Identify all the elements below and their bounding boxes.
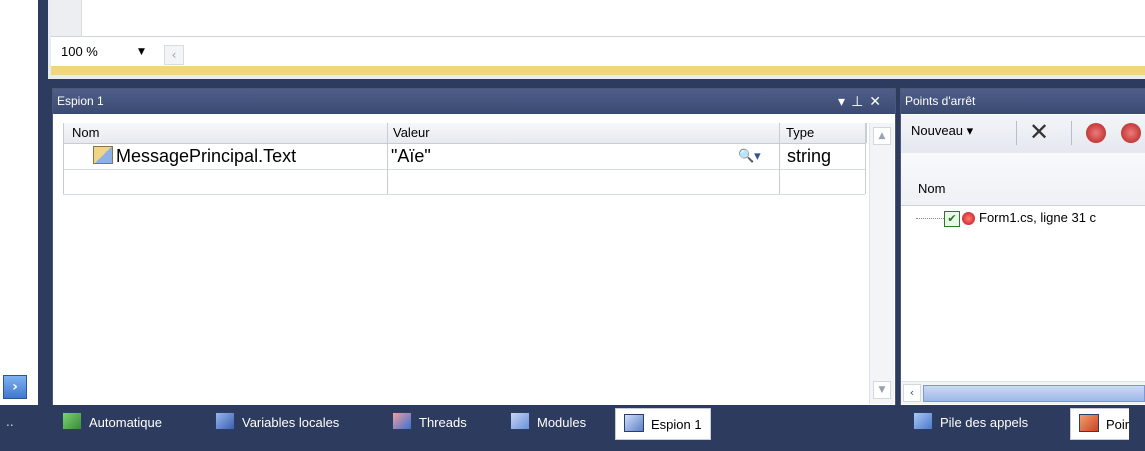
expand-left-button[interactable]: ›	[3, 375, 27, 399]
column-header-valeur[interactable]: Valeur	[387, 123, 780, 143]
zoom-dropdown-icon[interactable]: ▼	[138, 47, 145, 57]
toolbar-separator	[1071, 121, 1072, 145]
watch-icon	[624, 414, 644, 432]
toolbar-separator	[1016, 121, 1017, 145]
tab-automatique[interactable]: Automatique	[62, 407, 162, 439]
editor-margin	[51, 0, 82, 36]
bottom-tab-bar: .. Automatique Variables locales Threads…	[0, 405, 1145, 451]
column-header-nom[interactable]: Nom	[63, 123, 388, 143]
editor-area: 100 % ▼ ‹	[48, 0, 1145, 79]
column-header-type[interactable]: Type	[779, 123, 867, 143]
new-breakpoint-button[interactable]: Nouveau ▾	[911, 123, 973, 139]
editor-highlight-bar	[51, 66, 1145, 75]
editor-surface[interactable]	[51, 0, 1145, 36]
scroll-left-icon[interactable]: ‹	[903, 384, 921, 402]
breakpoints-icon	[1079, 414, 1099, 432]
tab-variables-locales[interactable]: Variables locales	[215, 407, 339, 439]
close-icon[interactable]: ✕	[869, 93, 887, 109]
breakpoints-pane-title: Points d'arrêt	[905, 94, 976, 108]
property-icon	[93, 146, 113, 164]
grid-line	[779, 123, 780, 194]
grid-line	[387, 123, 388, 194]
breakpoint-enabled-checkbox[interactable]: ✔	[944, 211, 960, 227]
tab-modules[interactable]: Modules	[510, 407, 586, 439]
scroll-left-icon[interactable]: ‹	[164, 45, 184, 65]
pin-icon[interactable]: ⊥	[851, 93, 869, 109]
table-row[interactable]	[63, 170, 865, 195]
threads-icon	[392, 412, 412, 430]
breakpoints-column-header: Nom	[901, 153, 1145, 206]
breakpoint-icon	[962, 212, 975, 225]
tab-espion-1[interactable]: Espion 1	[615, 408, 711, 440]
locals-icon	[215, 412, 235, 430]
table-row[interactable]: MessagePrincipal.Text "Aïe" 🔍▾ string	[63, 144, 865, 170]
breakpoints-pane-title-bar: Points d'arrêt	[901, 89, 1145, 114]
breakpoint-label[interactable]: Form1.cs, ligne 31 c	[979, 210, 1096, 225]
grid-line	[63, 123, 64, 194]
callstack-icon	[913, 412, 933, 430]
column-header-nom[interactable]: Nom	[918, 181, 945, 196]
scroll-up-icon[interactable]: ▲	[873, 127, 891, 145]
delete-icon[interactable]: ✕	[1029, 118, 1049, 146]
watch-type-cell: string	[787, 146, 832, 166]
dropdown-arrow-icon[interactable]: ▾	[838, 93, 851, 109]
tree-line	[916, 218, 944, 220]
watch-grid-header: Nom Valeur Type	[63, 123, 867, 144]
watch-pane-window-buttons: ▾⊥✕	[838, 89, 887, 114]
watch-pane-title: Espion 1	[57, 94, 104, 108]
scroll-thumb[interactable]	[923, 385, 1145, 402]
grid-line	[865, 123, 866, 194]
auto-icon	[62, 412, 82, 430]
zoom-level[interactable]: 100 %	[61, 44, 98, 59]
disable-breakpoints-icon[interactable]	[1121, 123, 1141, 143]
breakpoints-pane: Points d'arrêt Nouveau ▾ ✕ Nom ✔ Form1.c…	[900, 88, 1145, 406]
tab-pile-des-appels[interactable]: Pile des appels	[913, 407, 1028, 439]
horizontal-scrollbar[interactable]: ‹	[901, 381, 1145, 404]
watch-pane: Espion 1 ▾⊥✕ Nom Valeur Type MessagePrin…	[52, 88, 896, 406]
delete-all-breakpoints-icon[interactable]	[1086, 123, 1106, 143]
visualizer-icon[interactable]: 🔍▾	[738, 149, 761, 164]
scroll-down-icon[interactable]: ▼	[873, 381, 891, 399]
overflow-indicator: ..	[6, 415, 14, 429]
modules-icon	[510, 412, 530, 430]
watch-value-cell[interactable]: "Aïe"	[391, 144, 771, 169]
editor-zoom-bar: 100 % ▼ ‹	[51, 36, 1145, 67]
left-dock-strip: ›	[0, 0, 48, 405]
breakpoints-toolbar: Nouveau ▾ ✕	[901, 115, 1145, 154]
tab-points-arret[interactable]: Poir	[1070, 408, 1130, 440]
vertical-scrollbar[interactable]: ▲ ▼	[869, 123, 894, 404]
tab-threads[interactable]: Threads	[392, 407, 467, 439]
watch-name-cell[interactable]: MessagePrincipal.Text	[93, 144, 383, 169]
left-dock-bar	[38, 0, 48, 405]
watch-pane-title-bar: Espion 1 ▾⊥✕	[53, 89, 895, 114]
